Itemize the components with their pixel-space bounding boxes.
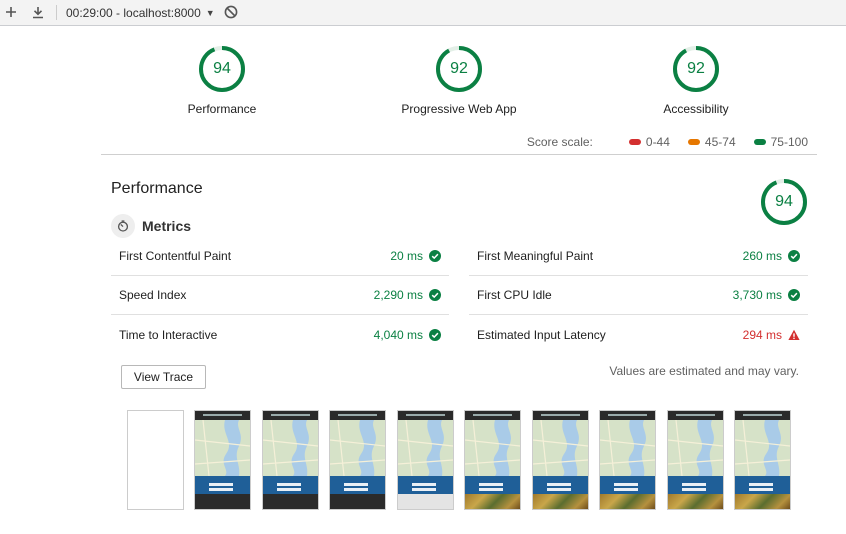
check-circle-icon [788,289,800,301]
filmstrip-frame [599,410,656,510]
filmstrip-frame [329,410,386,510]
gauge-label: Performance [187,102,257,116]
filmstrip-frame [464,410,521,510]
metric-row: Speed Index 2,290 ms [111,276,449,315]
gauge-score: 94 [213,60,231,77]
score-scale-fail: 0-44 [628,135,670,149]
score-scale-title: Score scale: [526,135,593,149]
toolbar: 00:29:00 - localhost:8000 ▼ [0,0,846,26]
filmstrip-frame [262,410,319,510]
check-circle-icon [429,328,441,341]
stopwatch-icon [111,214,135,238]
metric-row: First Meaningful Paint 260 ms [469,237,808,276]
metric-value: 20 ms [390,249,441,263]
metric-name: First Contentful Paint [119,249,232,263]
gauge-score: 92 [450,60,468,77]
filmstrip-frame [734,410,791,510]
metric-row: Time to Interactive 4,040 ms [111,315,449,354]
performance-score-gauge: 94 [760,178,808,226]
download-icon[interactable] [29,3,47,21]
estimate-note: Values are estimated and may vary. [609,364,799,378]
gauge-score: 94 [775,193,793,210]
clear-icon[interactable] [222,3,240,21]
filmstrip-frame [194,410,251,510]
score-scale-range: 75-100 [770,135,808,149]
toolbar-separator [56,5,57,20]
gauge-label: Accessibility [663,102,729,116]
gauge-label: Progressive Web App [401,102,517,116]
score-scale-range: 0-44 [645,135,670,149]
report-selector[interactable]: 00:29:00 - localhost:8000 ▼ [66,0,215,26]
metric-name: Time to Interactive [119,327,218,342]
metric-name: First CPU Idle [477,288,552,302]
metric-value: 2,290 ms [374,288,441,302]
green-dot-icon [753,139,766,145]
metrics-title: Metrics [142,218,192,234]
warning-triangle-icon [788,329,800,340]
filmstrip-frame-blank [127,410,184,510]
section-divider [101,154,817,155]
score-scale-range: 45-74 [704,135,736,149]
metric-name: First Meaningful Paint [477,249,594,263]
gauge-pwa[interactable]: 92 Progressive Web App [379,45,539,116]
metrics-column-right: First Meaningful Paint 260 ms First CPU … [469,237,808,354]
score-gauge: 94 [198,45,246,93]
check-circle-icon [429,289,441,301]
metrics-column-left: First Contentful Paint 20 ms Speed Index… [111,237,449,354]
metric-value: 3,730 ms [733,288,800,302]
score-gauge: 92 [435,45,483,93]
gauge-performance[interactable]: 94 Performance [142,45,302,116]
metric-value-text: 4,040 ms [373,327,423,342]
score-scale-pass: 75-100 [753,135,808,149]
metric-value: 294 ms [743,328,800,342]
metric-value: 4,040 ms [374,328,441,342]
check-circle-icon [429,250,441,262]
caret-down-icon: ▼ [205,8,215,18]
filmstrip-frame [532,410,589,510]
view-trace-button[interactable]: View Trace [121,365,206,389]
score-gauge: 92 [672,45,720,93]
metric-value-text: 2,290 ms [373,288,423,302]
performance-title: Performance [111,180,203,197]
metric-row: First CPU Idle 3,730 ms [469,276,808,315]
metric-value-text: 294 ms [742,327,782,342]
metrics-header: Metrics [111,214,191,238]
gauge-score: 92 [687,60,705,77]
plus-icon[interactable] [2,3,20,21]
score-scale: Score scale: 0-44 45-74 75-100 [527,135,808,149]
check-circle-icon [788,250,800,262]
metric-name: Speed Index [119,288,187,302]
filmstrip-frame [397,410,454,510]
metric-value-text: 3,730 ms [732,288,782,302]
metric-row: Estimated Input Latency 294 ms [469,315,808,354]
metric-value: 260 ms [743,249,800,263]
gauge-accessibility[interactable]: 92 Accessibility [616,45,776,116]
score-scale-average: 45-74 [687,135,736,149]
filmstrip-frame [667,410,724,510]
metric-value-text: 260 ms [742,249,782,263]
metric-value-text: 20 ms [390,249,423,263]
report-selector-label: 00:29:00 - localhost:8000 [66,6,201,20]
red-dot-icon [628,139,641,145]
metric-row: First Contentful Paint 20 ms [111,237,449,276]
orange-dot-icon [687,139,700,145]
metric-name: Estimated Input Latency [477,327,606,342]
